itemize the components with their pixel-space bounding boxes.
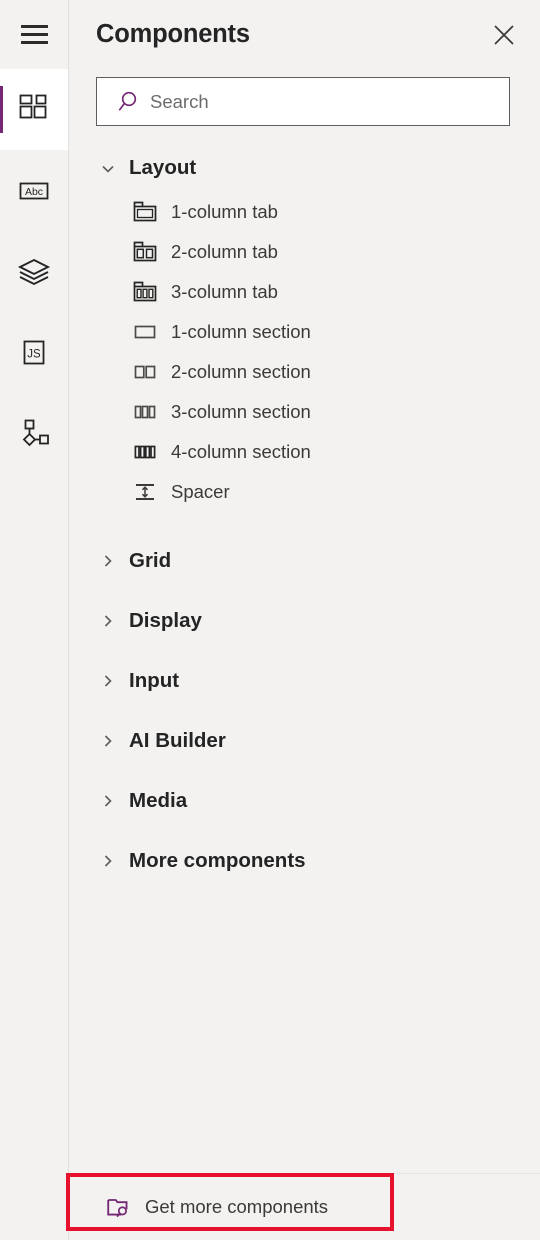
component-item-label: 1-column tab xyxy=(171,200,278,222)
component-item-1-column-tab[interactable]: 1-column tab xyxy=(69,192,540,232)
panel-header: Components xyxy=(69,0,540,69)
get-more-components-button[interactable]: Get more components xyxy=(81,1183,348,1231)
section-1-column-icon xyxy=(131,319,159,345)
chevron-right-icon xyxy=(97,730,119,752)
tree-group-label: Layout xyxy=(129,156,197,180)
tree-group-label: Input xyxy=(129,668,180,692)
tree-group-header-ai-builder[interactable]: AI Builder xyxy=(69,711,540,771)
folder-search-icon xyxy=(107,1199,128,1218)
search-box[interactable] xyxy=(96,77,510,126)
chevron-right-icon xyxy=(97,670,119,692)
component-item-3-column-section[interactable]: 3-column section xyxy=(69,392,540,432)
component-item-label: 2-column section xyxy=(171,360,311,382)
tree-group-header-layout[interactable]: Layout xyxy=(69,148,540,189)
component-item-label: 3-column section xyxy=(171,400,311,422)
component-item-1-column-section[interactable]: 1-column section xyxy=(69,312,540,352)
tree-group-label: Grid xyxy=(129,548,172,572)
components-panel-screen: Abc JS Components Search Layout 1-column… xyxy=(0,0,540,1240)
chevron-right-icon xyxy=(97,610,119,632)
layers-icon xyxy=(17,258,51,285)
component-item-label: 2-column tab xyxy=(171,240,278,262)
section-3-column-icon xyxy=(131,399,159,425)
components-tree: Layout 1-column tab 2-column tab 3-colum… xyxy=(69,126,540,1173)
left-rail: Abc JS xyxy=(0,0,69,1240)
component-item-label: 3-column tab xyxy=(171,280,278,302)
hamburger-menu-button[interactable] xyxy=(0,0,68,69)
get-more-components-label: Get more components xyxy=(145,1195,329,1217)
svg-text:Abc: Abc xyxy=(25,186,43,198)
tree-group-header-more-components[interactable]: More components xyxy=(69,831,540,891)
tree-group-children-layout: 1-column tab 2-column tab 3-column tab 1… xyxy=(69,189,540,512)
section-2-column-icon xyxy=(131,359,159,385)
component-item-2-column-section[interactable]: 2-column section xyxy=(69,352,540,392)
component-item-label: 4-column section xyxy=(171,440,311,462)
chevron-right-icon xyxy=(97,850,119,872)
tree-group-header-display[interactable]: Display xyxy=(69,591,540,651)
search-icon xyxy=(118,91,137,111)
component-item-2-column-tab[interactable]: 2-column tab xyxy=(69,232,540,272)
node-tree-icon xyxy=(22,419,49,446)
tree-group-layout: Layout 1-column tab 2-column tab 3-colum… xyxy=(69,148,540,512)
close-icon xyxy=(494,24,514,45)
tree-group-label: Display xyxy=(129,608,202,632)
tab-2-column-icon xyxy=(131,239,159,265)
sidebar-item-text[interactable]: Abc xyxy=(0,150,68,231)
sidebar-item-tree[interactable] xyxy=(0,393,68,474)
spacer-icon xyxy=(131,479,159,505)
section-4-column-icon xyxy=(131,439,159,465)
components-icon xyxy=(19,94,47,118)
chevron-right-icon xyxy=(97,550,119,572)
close-button[interactable] xyxy=(486,17,522,53)
abc-text-icon: Abc xyxy=(19,182,49,199)
tree-group-header-grid[interactable]: Grid xyxy=(69,531,540,591)
panel-footer: Get more components xyxy=(69,1173,540,1240)
page-title: Components xyxy=(96,19,250,48)
components-panel: Components Search Layout 1-column tab 2-… xyxy=(69,0,540,1240)
search-input[interactable] xyxy=(150,90,497,113)
tab-1-column-icon xyxy=(131,199,159,225)
component-item-label: 1-column section xyxy=(171,320,311,342)
component-item-3-column-tab[interactable]: 3-column tab xyxy=(69,272,540,312)
tree-group-header-media[interactable]: Media xyxy=(69,771,540,831)
tree-group-header-input[interactable]: Input xyxy=(69,651,540,711)
sidebar-item-components[interactable] xyxy=(0,69,68,150)
tree-group-label: More components xyxy=(129,848,306,872)
sidebar-item-layers[interactable] xyxy=(0,231,68,312)
tab-3-column-icon xyxy=(131,279,159,305)
tree-group-label: AI Builder xyxy=(129,728,226,752)
hamburger-icon xyxy=(20,25,48,44)
chevron-right-icon xyxy=(97,790,119,812)
js-icon: JS xyxy=(23,340,45,364)
component-item-4-column-section[interactable]: 4-column section xyxy=(69,432,540,472)
sidebar-item-javascript[interactable]: JS xyxy=(0,312,68,393)
tree-group-label: Media xyxy=(129,788,188,812)
component-item-label: Spacer xyxy=(171,480,230,502)
search-container xyxy=(69,69,540,126)
chevron-down-icon xyxy=(97,158,119,180)
component-item-spacer[interactable]: Spacer xyxy=(69,472,540,512)
svg-text:JS: JS xyxy=(27,348,41,360)
